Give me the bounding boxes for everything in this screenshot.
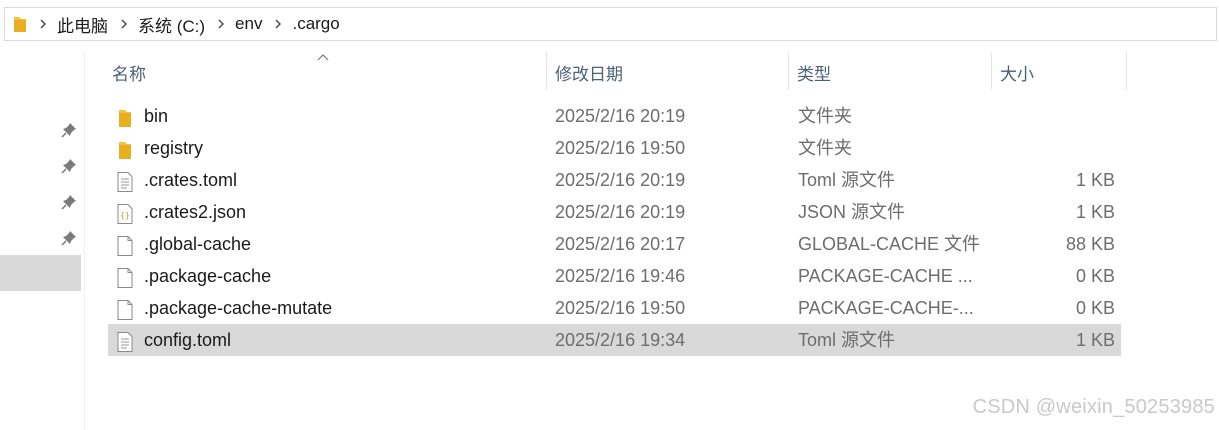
file-date-modified: 2025/2/16 19:46: [555, 266, 686, 286]
breadcrumb-env[interactable]: env: [235, 14, 262, 34]
file-date-modified: 2025/2/16 20:19: [555, 202, 686, 222]
file-row[interactable]: .global-cache 2025/2/16 20:17 GLOBAL-CACHE…: [108, 228, 1121, 260]
file-name: registry: [144, 138, 204, 158]
pin-icon[interactable]: [61, 122, 77, 138]
address-bar[interactable]: 此电脑 系统 (C:) env .cargo: [4, 7, 1217, 41]
chevron-right-icon[interactable]: [39, 19, 47, 29]
chevron-right-icon[interactable]: [120, 19, 128, 29]
chevron-right-icon[interactable]: [274, 19, 282, 29]
file-row[interactable]: .package-cache-mutate 2025/2/16 19:50 PACK…: [108, 292, 1121, 324]
column-divider[interactable]: [788, 52, 789, 90]
file-type: Toml 源文件: [798, 330, 896, 350]
file-name: .package-cache: [144, 266, 272, 286]
file-date-modified: 2025/2/16 19:50: [555, 138, 686, 158]
breadcrumb-this-pc[interactable]: 此电脑: [57, 12, 108, 37]
column-divider[interactable]: [991, 52, 992, 90]
chevron-right-icon[interactable]: [217, 19, 225, 29]
blank-file-icon: [116, 266, 134, 288]
text-file-icon: [116, 170, 134, 192]
column-divider[interactable]: [546, 52, 547, 90]
watermark: CSDN @weixin_50253985: [972, 396, 1215, 418]
blank-file-icon: [116, 298, 134, 320]
file-size: 0 KB: [1075, 298, 1115, 318]
folder-icon: [116, 106, 134, 127]
file-type: PACKAGE-CACHE ...: [798, 266, 973, 286]
file-name: .global-cache: [144, 234, 252, 254]
file-name: .crates.toml: [144, 170, 238, 190]
file-size: 0 KB: [1075, 266, 1115, 286]
column-divider[interactable]: [1126, 52, 1127, 90]
breadcrumb-system-drive[interactable]: 系统 (C:): [138, 12, 205, 37]
nav-selected-item[interactable]: [0, 255, 81, 291]
file-date-modified: 2025/2/16 20:17: [555, 234, 686, 254]
blank-file-icon: [116, 234, 134, 256]
file-type: Toml 源文件: [798, 170, 896, 190]
file-date-modified: 2025/2/16 19:50: [555, 298, 686, 318]
file-size: 1 KB: [1075, 330, 1115, 350]
file-row[interactable]: config.toml 2025/2/16 19:34 Toml 源文件 1 KB: [108, 324, 1121, 356]
file-name: .package-cache-mutate: [144, 298, 333, 318]
file-type: 文件夹: [798, 106, 852, 126]
file-size: 1 KB: [1075, 170, 1115, 190]
file-row[interactable]: .package-cache 2025/2/16 19:46 PACKAGE-CAC…: [108, 260, 1121, 292]
file-row[interactable]: bin 2025/2/16 20:19 文件夹: [108, 100, 1121, 132]
file-row[interactable]: {} .crates2.json 2025/2/16 20:19 JSON 源文件 1 …: [108, 196, 1121, 228]
file-date-modified: 2025/2/16 20:19: [555, 170, 686, 190]
file-type: JSON 源文件: [798, 202, 906, 222]
pin-icon[interactable]: [61, 230, 77, 246]
file-name: .crates2.json: [144, 202, 247, 222]
file-type: GLOBAL-CACHE 文件: [798, 234, 981, 254]
column-header-name[interactable]: 名称: [106, 52, 546, 92]
breadcrumb-cargo[interactable]: .cargo: [292, 14, 339, 34]
text-file-icon: [116, 330, 134, 352]
file-row[interactable]: registry 2025/2/16 19:50 文件夹: [108, 132, 1121, 164]
file-date-modified: 2025/2/16 20:19: [555, 106, 686, 126]
file-size: 1 KB: [1075, 202, 1115, 222]
json-file-icon: {}: [116, 202, 134, 224]
pin-icon[interactable]: [61, 194, 77, 210]
file-name: bin: [144, 106, 169, 126]
file-name: config.toml: [144, 330, 232, 350]
pane-divider[interactable]: [84, 52, 85, 430]
file-size: 88 KB: [1065, 234, 1115, 254]
column-header-date[interactable]: 修改日期: [549, 52, 789, 92]
folder-icon: [13, 15, 27, 33]
file-date-modified: 2025/2/16 19:34: [555, 330, 686, 350]
column-header-type[interactable]: 类型: [791, 52, 991, 92]
svg-text:{}: {}: [120, 211, 130, 220]
column-header-size[interactable]: 大小: [994, 52, 1126, 92]
file-type: 文件夹: [798, 138, 852, 158]
folder-icon: [116, 138, 134, 159]
file-row[interactable]: .crates.toml 2025/2/16 20:19 Toml 源文件 1 KB: [108, 164, 1121, 196]
file-type: PACKAGE-CACHE-...: [798, 298, 974, 318]
pin-icon[interactable]: [61, 158, 77, 174]
